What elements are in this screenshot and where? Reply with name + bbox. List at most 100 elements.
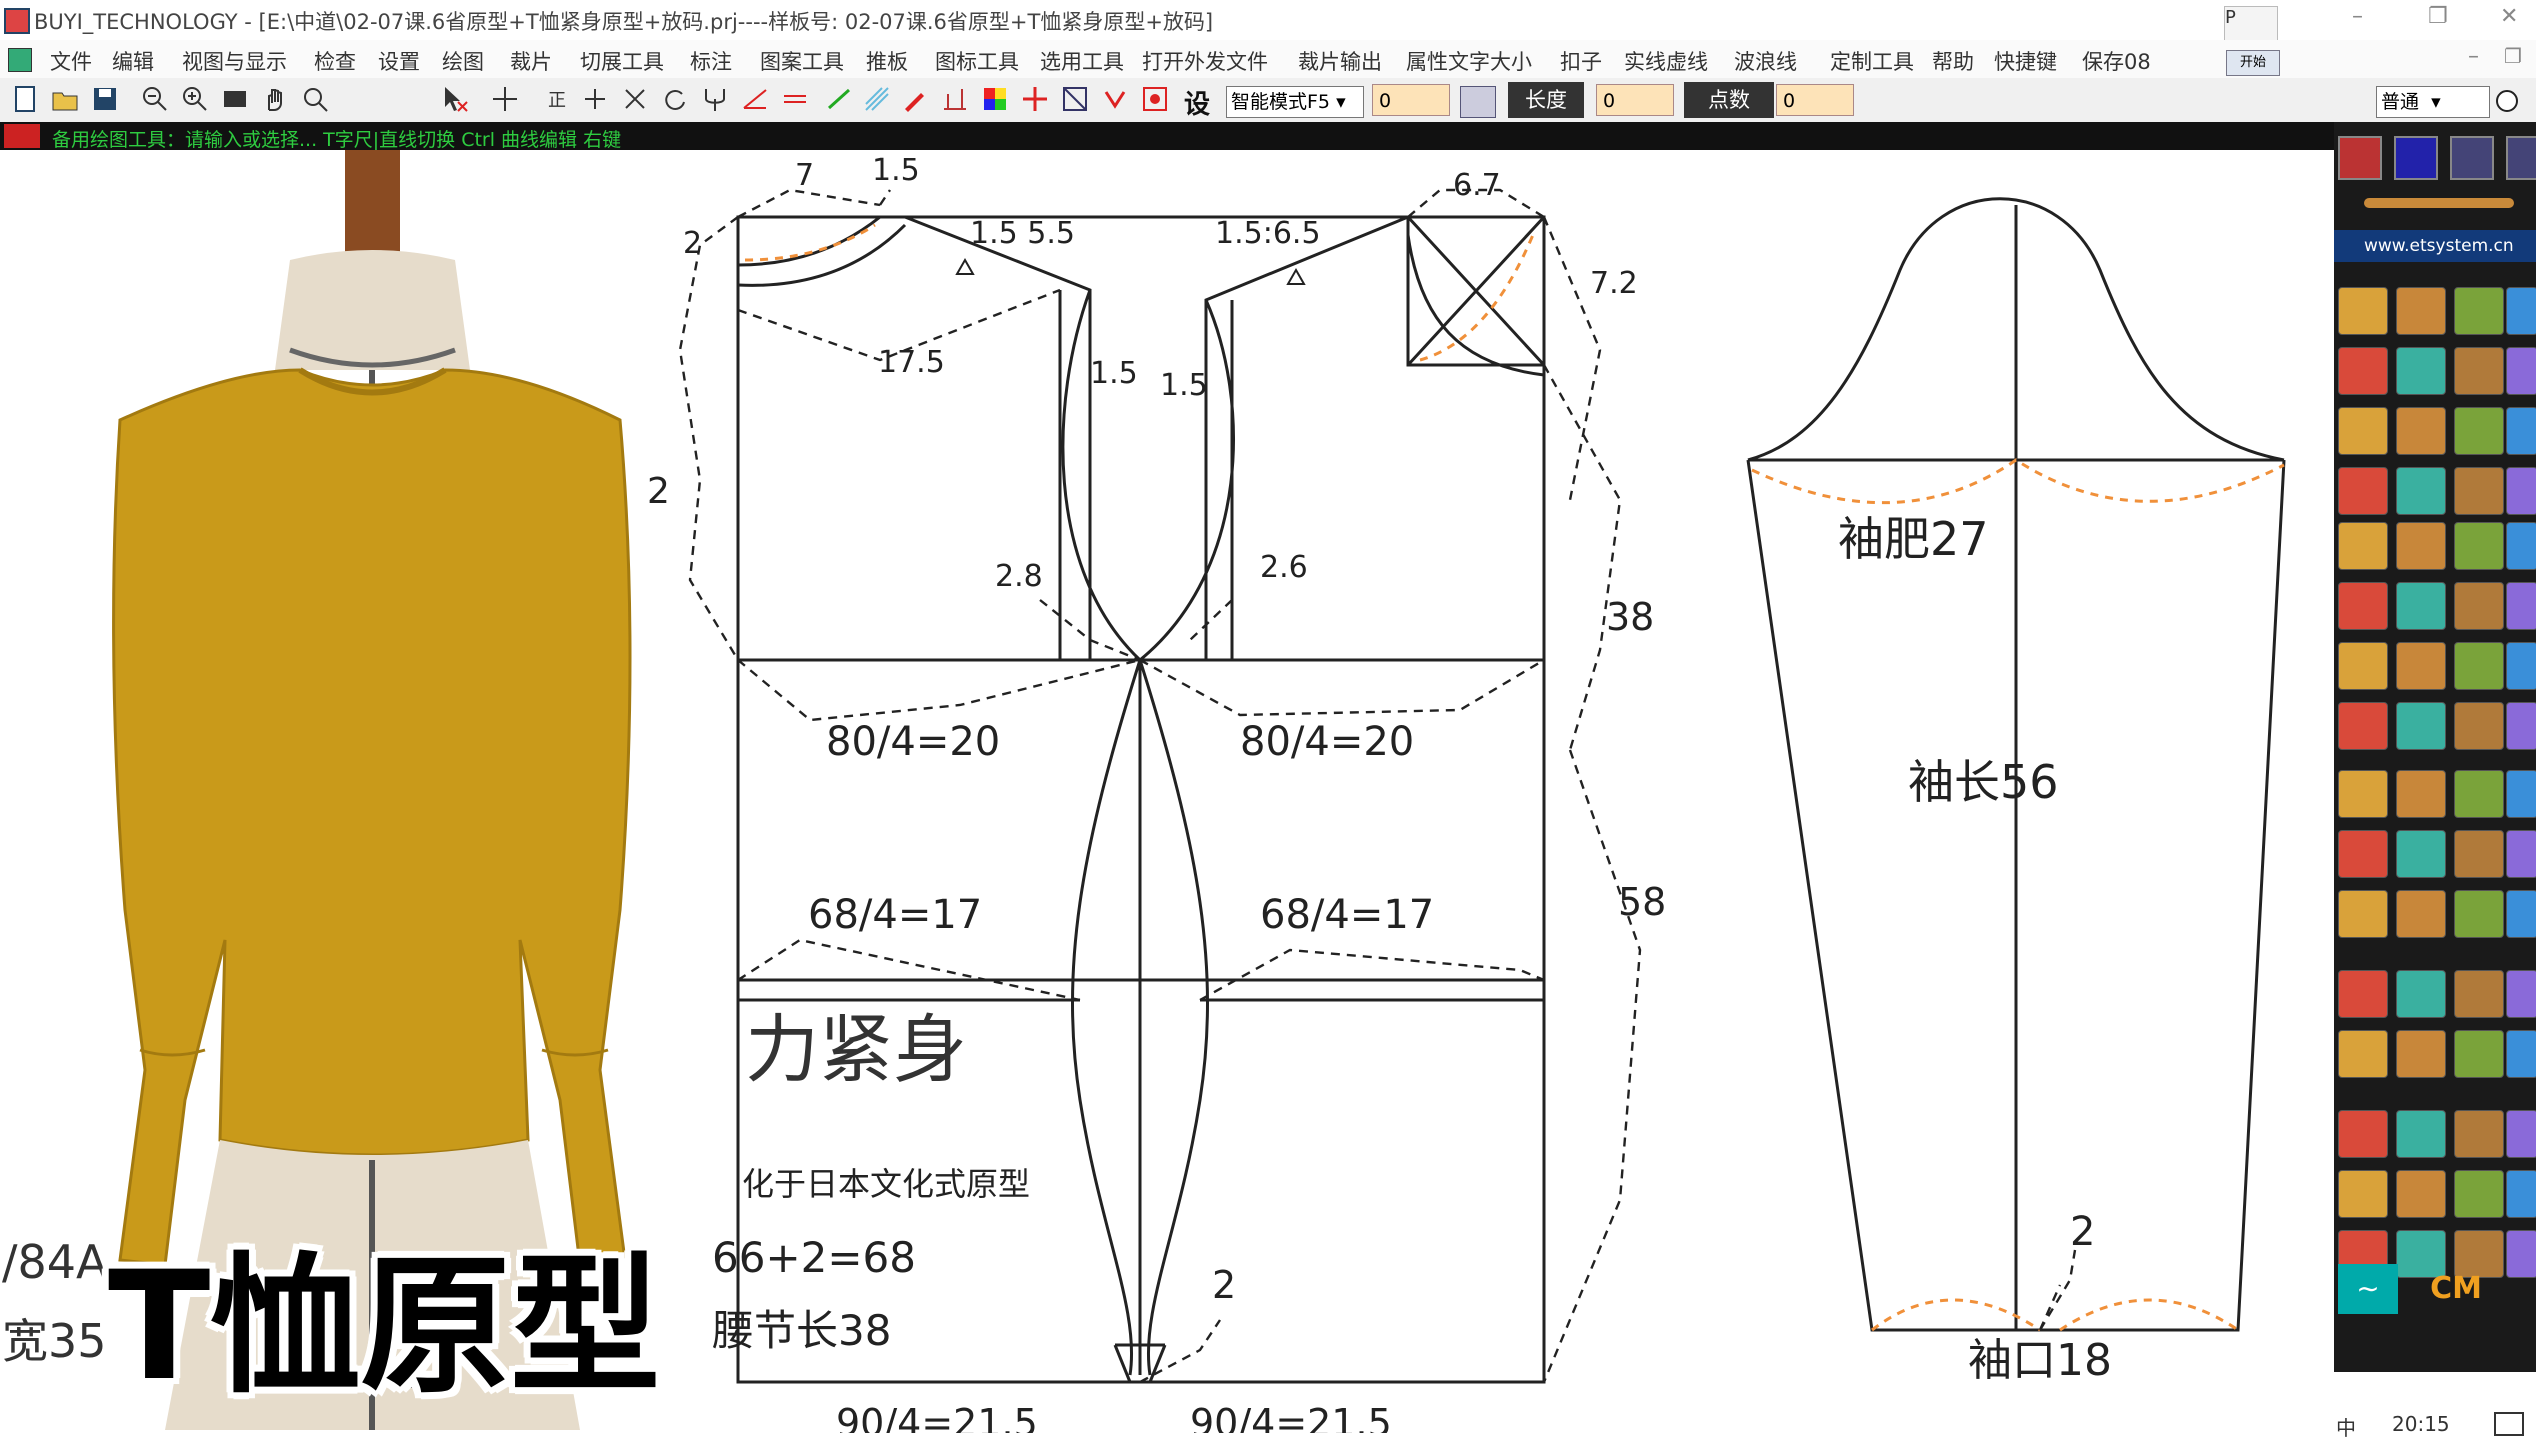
panel-tool-2[interactable] (2394, 136, 2438, 180)
panel-tool-icon[interactable] (2506, 347, 2536, 395)
panel-tool-icon[interactable] (2506, 287, 2536, 335)
panel-tool-icon[interactable] (2396, 407, 2446, 455)
delete-select-icon[interactable] (440, 84, 470, 114)
doc-icon[interactable] (8, 48, 32, 72)
zoom-in-icon[interactable] (180, 84, 210, 114)
color-palette-icon[interactable] (980, 84, 1010, 114)
panel-tool-icon[interactable] (2338, 582, 2388, 630)
new-file-icon[interactable] (10, 84, 40, 114)
panel-tool-wave[interactable]: ∼ (2338, 1264, 2398, 1314)
panel-tool-icon[interactable] (2506, 582, 2536, 630)
menu-item[interactable]: 切展工具 (580, 46, 664, 76)
panel-tool-icon[interactable] (2506, 407, 2536, 455)
scissor-icon[interactable] (620, 84, 650, 114)
panel-tool-icon[interactable] (2396, 890, 2446, 938)
fit-screen-icon[interactable] (220, 84, 250, 114)
panel-tool-icon[interactable] (2454, 1110, 2504, 1158)
drawing-canvas[interactable]: 7 1.5 2 1.5 5.5 17.5 1.5 1.5 1.5:6.5 6.7… (0, 150, 2334, 1433)
panel-tool-icon[interactable] (2338, 347, 2388, 395)
panel-tool-icon[interactable] (2396, 1030, 2446, 1078)
align-icon[interactable]: 正 (540, 84, 570, 114)
panel-tool-icon[interactable] (2506, 1170, 2536, 1218)
panel-tool-icon[interactable] (2338, 407, 2388, 455)
panel-tool-icon[interactable] (2396, 1170, 2446, 1218)
style-select[interactable]: 普通 ▾ (2376, 86, 2490, 118)
menu-item[interactable]: 裁片 (510, 46, 552, 76)
save-icon[interactable] (90, 84, 120, 114)
open-folder-icon[interactable] (50, 84, 80, 114)
panel-tool-icon[interactable] (2338, 1170, 2388, 1218)
menu-item[interactable]: 定制工具 (1830, 46, 1914, 76)
menu-item[interactable]: 编辑 (112, 46, 154, 76)
menu-item[interactable]: 保存08 (2082, 46, 2151, 76)
doc-minimize-icon[interactable]: – (2468, 44, 2479, 69)
panel-tool-icon[interactable] (2454, 287, 2504, 335)
panel-tool-icon[interactable] (2454, 830, 2504, 878)
panel-tool-icon[interactable] (2396, 467, 2446, 515)
maximize-icon[interactable]: ❐ (2428, 4, 2448, 29)
panel-tool-1[interactable] (2338, 136, 2382, 180)
value-field[interactable]: 0 (1372, 84, 1450, 116)
zoom-window-icon[interactable] (300, 84, 330, 114)
panel-tool-icon[interactable] (2454, 770, 2504, 818)
pan-hand-icon[interactable] (260, 84, 290, 114)
panel-tool-icon[interactable] (2454, 642, 2504, 690)
p-box[interactable]: P (2224, 6, 2278, 42)
fork-icon[interactable] (700, 84, 730, 114)
panel-tool-icon[interactable] (2454, 467, 2504, 515)
arrow-down-icon[interactable] (1100, 84, 1130, 114)
panel-tool-icon[interactable] (2454, 407, 2504, 455)
panel-tool-icon[interactable] (2396, 830, 2446, 878)
panel-tool-icon[interactable] (2506, 770, 2536, 818)
zoom-out-icon[interactable] (140, 84, 170, 114)
panel-tool-icon[interactable] (2338, 770, 2388, 818)
parallel-icon[interactable] (780, 84, 810, 114)
points-field[interactable]: 0 (1776, 84, 1854, 116)
panel-tool-icon[interactable] (2454, 890, 2504, 938)
panel-tool-icon[interactable] (2454, 347, 2504, 395)
menu-item[interactable]: 快捷键 (1994, 46, 2057, 76)
panel-tool-icon[interactable] (2506, 970, 2536, 1018)
panel-tool-icon[interactable] (2338, 970, 2388, 1018)
grade-icon[interactable] (1140, 84, 1170, 114)
mode-select[interactable]: 智能模式F5 ▾ (1226, 86, 1364, 118)
panel-tool-icon[interactable] (2506, 1110, 2536, 1158)
minimize-icon[interactable]: – (2352, 4, 2363, 29)
grid-icon[interactable] (862, 84, 892, 114)
panel-tool-4[interactable] (2506, 136, 2536, 180)
panel-tool-icon[interactable] (2506, 702, 2536, 750)
menu-item[interactable]: 扣子 (1560, 46, 1602, 76)
panel-tool-icon[interactable] (2338, 702, 2388, 750)
panel-tool-icon[interactable] (2338, 642, 2388, 690)
panel-tool-icon[interactable] (2338, 467, 2388, 515)
move-icon[interactable] (490, 84, 520, 114)
menu-item[interactable]: 波浪线 (1734, 46, 1797, 76)
cross-arrow-icon[interactable] (1020, 84, 1050, 114)
length-field[interactable]: 0 (1596, 84, 1674, 116)
menu-item[interactable]: 图标工具 (935, 46, 1019, 76)
line-red-icon[interactable] (740, 84, 770, 114)
panel-tool-icon[interactable] (2506, 642, 2536, 690)
panel-tool-icon[interactable] (2396, 582, 2446, 630)
rotate-icon[interactable] (660, 84, 690, 114)
menu-item[interactable]: 实线虚线 (1624, 46, 1708, 76)
doc-restore-icon[interactable]: ❐ (2504, 44, 2522, 68)
panel-tool-icon[interactable] (2454, 1170, 2504, 1218)
panel-tool-icon[interactable] (2396, 702, 2446, 750)
panel-tool-icon[interactable] (2506, 1030, 2536, 1078)
panel-tool-icon[interactable] (2454, 582, 2504, 630)
panel-tool-icon[interactable] (2454, 1030, 2504, 1078)
plus-icon[interactable] (580, 84, 610, 114)
panel-tool-icon[interactable] (2338, 1110, 2388, 1158)
menu-item[interactable]: 图案工具 (760, 46, 844, 76)
panel-tool-icon[interactable] (2454, 522, 2504, 570)
menu-item[interactable]: 选用工具 (1040, 46, 1124, 76)
panel-tool-3[interactable] (2450, 136, 2494, 180)
menu-item[interactable]: 裁片输出 (1298, 46, 1382, 76)
panel-tool-icon[interactable] (2396, 287, 2446, 335)
menu-item[interactable]: 视图与显示 (182, 46, 287, 76)
menu-item[interactable]: 绘图 (442, 46, 484, 76)
cm-unit-button[interactable]: CM (2406, 1264, 2506, 1314)
panel-tool-icon[interactable] (2396, 347, 2446, 395)
menu-item[interactable]: 打开外发文件 (1142, 46, 1268, 76)
